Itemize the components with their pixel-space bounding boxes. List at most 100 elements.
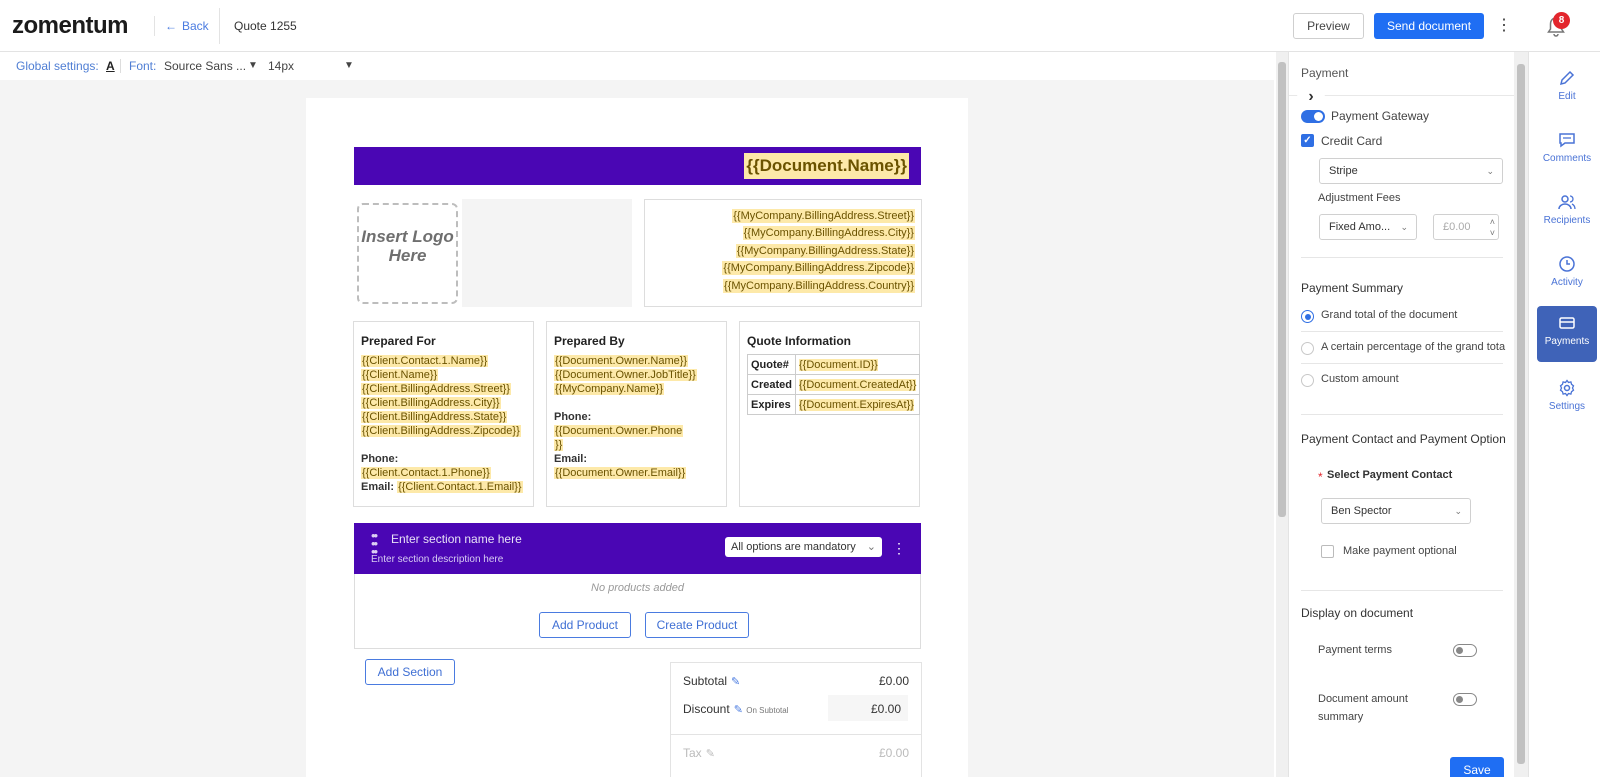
create-product-button[interactable]: Create Product	[645, 612, 749, 638]
stepper-icon[interactable]: ˄ ˅	[1490, 217, 1495, 239]
chevron-down-icon: ⌄	[1454, 506, 1462, 516]
email-label: Email:	[554, 453, 588, 465]
send-document-button[interactable]: Send document	[1374, 13, 1484, 39]
font-color-button[interactable]: A	[106, 52, 115, 80]
document-canvas: {{Document.Name}} Insert Logo Here {{MyC…	[0, 80, 1274, 777]
grand-total-option[interactable]: Grand total of the document	[1321, 309, 1457, 321]
percentage-option[interactable]: A certain percentage of the grand tota	[1321, 341, 1505, 353]
client-name: {{Client.Name}}	[361, 369, 439, 381]
rail-item-activity[interactable]: Activity	[1537, 250, 1597, 304]
chevron-down-icon[interactable]: ▼	[248, 52, 258, 80]
back-link[interactable]: ← Back	[154, 16, 209, 36]
discount-note: On Subtotal	[746, 706, 789, 715]
chevron-down-icon[interactable]: ▼	[344, 52, 354, 80]
rail-item-settings[interactable]: Settings	[1537, 374, 1597, 428]
section-menu-icon[interactable]: ⋮	[892, 538, 906, 558]
discount-row: Discount ✎ On Subtotal £0.00	[671, 695, 921, 723]
owner-phone: {{Document.Owner.Phone	[554, 425, 684, 437]
prepared-by-card[interactable]: Prepared By {{Document.Owner.Name}} {{Do…	[546, 321, 727, 507]
pencil-icon[interactable]: ✎	[706, 748, 715, 760]
table-row: Quote# {{Document.ID}}	[747, 354, 921, 375]
radio-grand-total[interactable]	[1301, 310, 1314, 323]
collapse-panel-button[interactable]: ›	[1297, 84, 1325, 112]
discount-input[interactable]: £0.00	[828, 695, 908, 721]
divider	[671, 734, 921, 735]
product-section-header: •• •• •• Enter section name here Enter sec…	[354, 523, 921, 574]
section-description-input[interactable]: Enter section description here	[371, 554, 503, 565]
rail-item-label: Settings	[1548, 401, 1586, 412]
app-logo[interactable]: zomentum	[12, 12, 129, 40]
document-amount-summary-toggle[interactable]	[1453, 693, 1477, 706]
right-navigation-rail: Edit Comments Recipients Activity Paymen…	[1528, 52, 1600, 777]
add-product-button[interactable]: Add Product	[539, 612, 631, 638]
radio-percentage[interactable]	[1301, 342, 1314, 355]
totals-block: Subtotal ✎ £0.00 Discount ✎ On Subtotal £0…	[670, 662, 922, 777]
divider	[1301, 363, 1503, 364]
font-family-select[interactable]: Source Sans ...	[164, 52, 246, 80]
rail-item-edit[interactable]: Edit	[1537, 64, 1597, 118]
rail-item-recipients[interactable]: Recipients	[1537, 188, 1597, 242]
credit-card-checkbox[interactable]: ✓	[1301, 134, 1314, 147]
divider	[1301, 414, 1503, 415]
company-address-block[interactable]: {{MyCompany.BillingAddress.Street}} {{My…	[644, 199, 922, 307]
make-payment-optional-label: Make payment optional	[1343, 545, 1457, 557]
payment-gateway-label: Payment Gateway	[1331, 109, 1430, 123]
payment-contact-select[interactable]: Ben Spector ⌄	[1321, 498, 1471, 524]
client-contact-name: {{Client.Contact.1.Name}}	[361, 355, 489, 367]
comment-icon	[1559, 133, 1575, 148]
rail-item-label: Payments	[1544, 336, 1590, 347]
required-mark: *	[1318, 470, 1323, 484]
panel-title: Payment	[1301, 66, 1349, 80]
mandatory-options-select[interactable]: All options are mandatory ⌄	[725, 537, 882, 557]
make-payment-optional-checkbox[interactable]	[1321, 545, 1334, 558]
phone-label: Phone:	[554, 411, 592, 423]
adjustment-amount-input[interactable]: £0.00 ˄ ˅	[1433, 214, 1499, 240]
payment-terms-toggle[interactable]	[1453, 644, 1477, 657]
image-area[interactable]	[462, 199, 632, 307]
custom-amount-option[interactable]: Custom amount	[1321, 373, 1399, 385]
payment-gateway-toggle[interactable]	[1301, 110, 1325, 123]
phone-label: Phone:	[361, 453, 399, 465]
discount-label: Discount	[683, 702, 730, 716]
prepared-for-title: Prepared For	[361, 334, 436, 348]
more-options-icon[interactable]: ⋮	[1496, 16, 1512, 36]
prepared-for-card[interactable]: Prepared For {{Client.Contact.1.Name}} {…	[353, 321, 534, 507]
radio-custom-amount[interactable]	[1301, 374, 1314, 387]
save-button[interactable]: Save	[1450, 757, 1504, 777]
adjustment-type-select[interactable]: Fixed Amo... ⌄	[1319, 214, 1417, 240]
email-label: Email:	[361, 481, 395, 493]
divider	[1301, 590, 1503, 591]
divider	[1301, 331, 1503, 332]
scrollbar-thumb[interactable]	[1278, 62, 1286, 517]
panel-scrollbar[interactable]	[1514, 52, 1528, 777]
back-label: Back	[182, 19, 209, 33]
rail-item-label: Comments	[1542, 153, 1592, 164]
client-street: {{Client.BillingAddress.Street}}	[361, 383, 511, 395]
payment-processor-select[interactable]: Stripe ⌄	[1319, 158, 1503, 184]
created-label: Created	[747, 374, 796, 395]
top-bar: zomentum ← Back Quote 1255 Preview Send d…	[0, 0, 1600, 52]
subtotal-label: Subtotal	[683, 674, 728, 688]
preview-button[interactable]: Preview	[1293, 13, 1364, 39]
arrow-left-icon: ←	[165, 19, 177, 33]
table-row: Created {{Document.CreatedAt}}	[747, 374, 921, 395]
rail-item-comments[interactable]: Comments	[1537, 126, 1597, 180]
scrollbar-thumb[interactable]	[1517, 64, 1525, 764]
payment-contact-value: Ben Spector	[1331, 505, 1392, 517]
rail-item-payments[interactable]: Payments	[1537, 306, 1597, 362]
quote-information-card[interactable]: Quote Information Quote# {{Document.ID}} …	[739, 321, 921, 507]
global-settings-label: Global settings:	[16, 59, 99, 73]
document-name-placeholder[interactable]: {{Document.Name}}	[744, 153, 909, 179]
add-section-button[interactable]: Add Section	[365, 659, 455, 685]
pencil-icon[interactable]: ✎	[731, 676, 740, 688]
panel-header: Payment	[1289, 52, 1518, 96]
logo-placeholder[interactable]: Insert Logo Here	[357, 203, 458, 304]
font-size-select[interactable]: 14px	[268, 52, 294, 80]
section-name-input[interactable]: Enter section name here	[391, 532, 522, 546]
expires-label: Expires	[747, 394, 796, 415]
credit-card-label: Credit Card	[1321, 134, 1383, 148]
pencil-icon[interactable]: ✎	[734, 704, 743, 716]
drag-handle-icon[interactable]: •• •• ••	[371, 529, 381, 558]
canvas-scrollbar[interactable]	[1276, 52, 1288, 777]
chevron-down-icon: ⌄	[866, 541, 876, 553]
